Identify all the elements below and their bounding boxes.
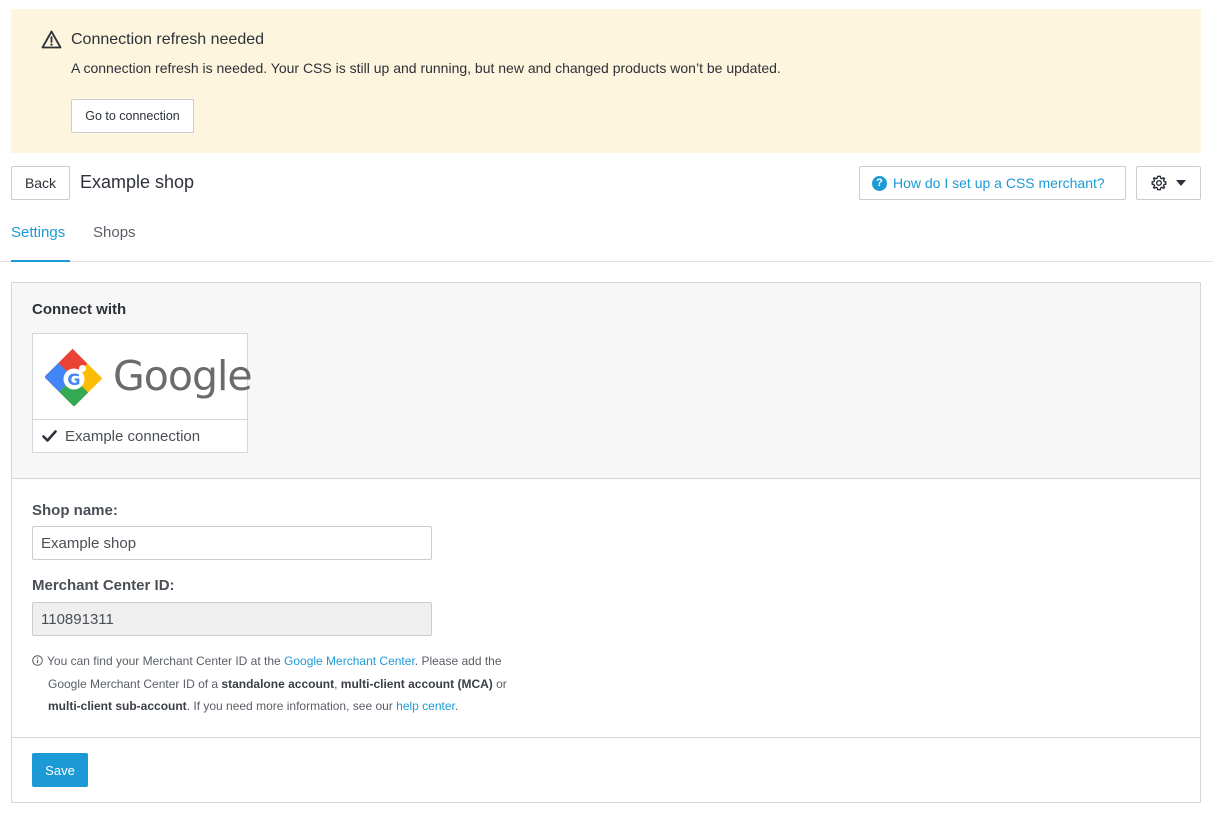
connect-section: Connect with G Google Example connection (12, 283, 1200, 479)
google-tag-icon: G (45, 348, 103, 406)
connection-name: Example connection (65, 427, 201, 445)
svg-text:G: G (67, 370, 80, 389)
tab-settings[interactable]: Settings (11, 210, 70, 262)
check-icon (42, 430, 57, 442)
alert-banner: Connection refresh needed A connection r… (11, 9, 1201, 153)
merchant-center-id-label: Merchant Center ID: (32, 577, 175, 594)
go-to-connection-button[interactable]: Go to connection (71, 99, 194, 133)
settings-card: Connect with G Google Example connection… (11, 282, 1201, 803)
help-button[interactable]: ? How do I set up a CSS merchant? (859, 166, 1126, 200)
hint-text: . (454, 699, 459, 713)
help-center-link[interactable]: help center (396, 699, 455, 713)
gear-icon (1151, 175, 1167, 191)
merchant-center-id-input (32, 602, 432, 636)
connect-with-label: Connect with (32, 301, 127, 318)
hint-text: or (492, 676, 507, 691)
connection-status: Example connection (33, 420, 247, 452)
hint-text: . Please add the (414, 654, 502, 668)
hint-text: You can find your Merchant Center ID at … (47, 654, 285, 668)
shop-name-label: Shop name: (32, 502, 118, 519)
save-button[interactable]: Save (32, 753, 88, 787)
hint-text: , (334, 676, 341, 691)
google-wordmark: Google (113, 352, 253, 400)
question-icon: ? (872, 175, 887, 191)
back-button[interactable]: Back (11, 166, 70, 200)
shop-name-input[interactable] (32, 526, 432, 560)
tab-shops[interactable]: Shops (93, 210, 136, 262)
caret-down-icon (1176, 180, 1186, 186)
help-button-label: How do I set up a CSS merchant? (893, 175, 1105, 191)
tab-bar: Settings Shops (0, 210, 1213, 262)
alert-message: A connection refresh is needed. Your CSS… (71, 60, 781, 76)
alert-title: Connection refresh needed (71, 31, 265, 48)
settings-dropdown-button[interactable] (1136, 166, 1201, 200)
hint-line: multi-client sub-account. If you need mo… (32, 695, 552, 718)
form-section: Shop name: Merchant Center ID: You can f… (12, 479, 1200, 738)
connection-tile[interactable]: G Google Example connection (32, 333, 253, 453)
merchant-id-hint: You can find your Merchant Center ID at … (32, 650, 552, 718)
hint-bold: multi-client account (MCA) (340, 676, 493, 691)
hint-bold: multi-client sub-account (48, 699, 187, 713)
google-logo: G Google (33, 334, 253, 420)
hint-text: Google Merchant Center ID of a (48, 676, 222, 691)
page-title: Example shop (80, 172, 195, 192)
info-icon (32, 655, 43, 666)
hint-line: Google Merchant Center ID of a standalon… (32, 673, 552, 696)
warning-icon (41, 30, 62, 49)
hint-text: . If you need more information, see our (186, 699, 397, 713)
hint-bold: standalone account (221, 676, 335, 691)
google-merchant-center-link[interactable]: Google Merchant Center (284, 654, 415, 668)
